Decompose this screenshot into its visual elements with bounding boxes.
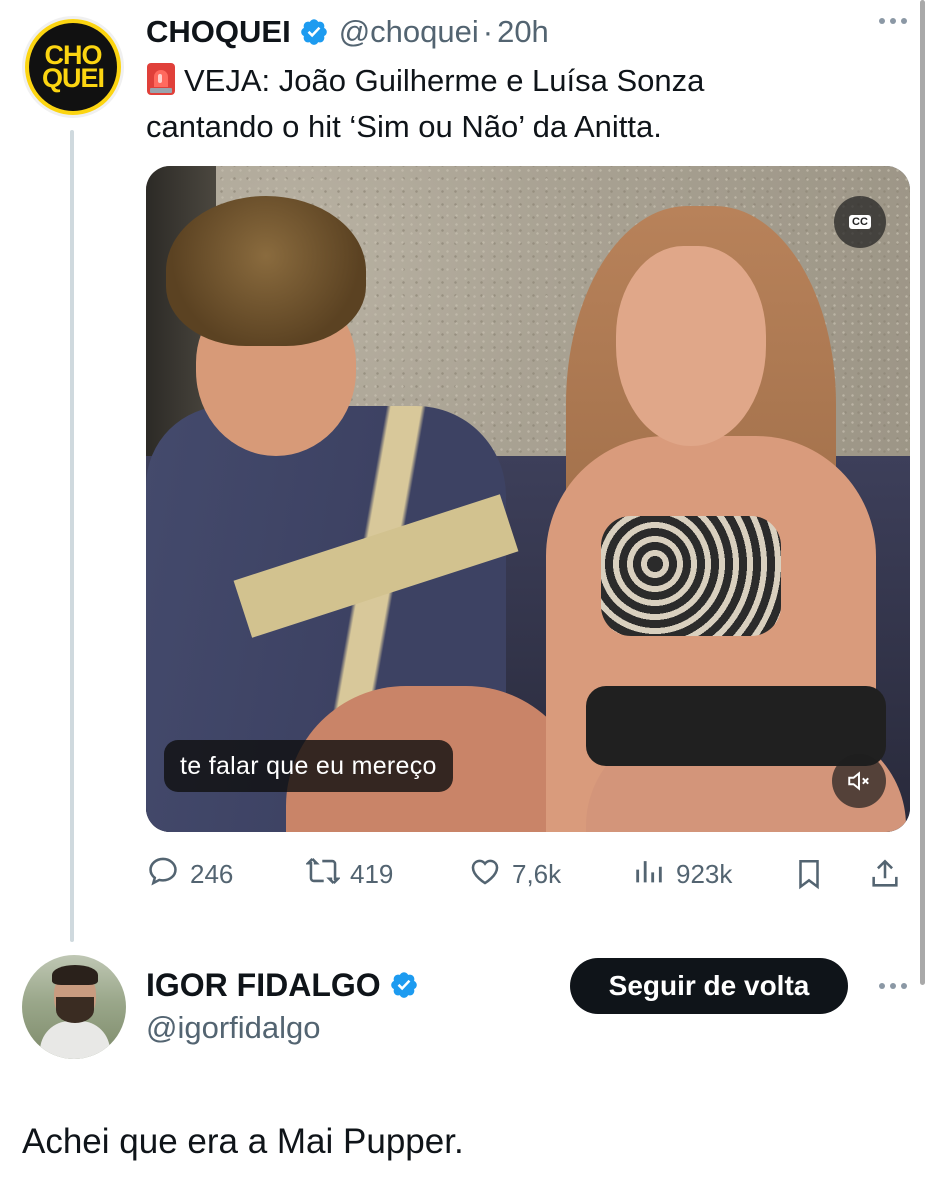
reply-count: 246 xyxy=(190,858,234,889)
reply-text: Achei que era a Mai Pupper. xyxy=(22,1122,464,1161)
reply-icon xyxy=(146,854,180,895)
video-caption: te falar que eu mereço xyxy=(164,740,453,792)
retweet-count: 419 xyxy=(350,858,394,889)
thread-connector-line xyxy=(70,130,74,942)
video-frame-hair-left xyxy=(166,196,366,346)
bookmark-icon[interactable] xyxy=(792,850,826,898)
reply-author-name[interactable]: IGOR FIDALGO xyxy=(146,967,381,1004)
retweet-button[interactable]: 419 xyxy=(305,850,394,898)
avatar-logo: CHO QUEI xyxy=(29,23,117,111)
separator-dot: · xyxy=(482,14,494,49)
avatar-logo-text-bottom: QUEI xyxy=(41,63,105,93)
verified-icon[interactable] xyxy=(299,17,329,47)
scrollbar[interactable] xyxy=(920,0,925,985)
like-icon xyxy=(468,854,502,895)
tweet-video[interactable]: CC te falar que eu mereço xyxy=(146,166,910,832)
mute-icon[interactable] xyxy=(832,754,886,808)
views-icon xyxy=(632,854,666,895)
reply-author-handle[interactable]: @igorfidalgo xyxy=(146,1010,321,1046)
tweet-text: VEJA: João Guilherme e Luísa Sonza canta… xyxy=(146,58,866,150)
cc-icon[interactable]: CC xyxy=(834,196,886,248)
tweet-actions: 246 419 7,6k 923k xyxy=(146,850,910,898)
author-handle[interactable]: @choquei xyxy=(339,14,479,50)
igor-avatar[interactable] xyxy=(22,955,126,1059)
follow-back-button[interactable]: Seguir de volta xyxy=(570,958,848,1014)
tweet-header: CHOQUEI @choquei · 20h xyxy=(146,12,549,52)
views-count: 923k xyxy=(676,858,733,889)
reply-author-row: IGOR FIDALGO xyxy=(146,964,419,1006)
choquei-avatar[interactable]: CHO QUEI xyxy=(22,16,124,118)
views-button[interactable]: 923k xyxy=(632,850,732,898)
like-count: 7,6k xyxy=(512,858,562,889)
avatar-photo-beard xyxy=(56,997,94,1023)
share-icon[interactable] xyxy=(868,850,902,898)
verified-icon[interactable] xyxy=(389,970,419,1000)
more-icon[interactable] xyxy=(879,18,907,24)
avatar-photo-hair xyxy=(52,965,98,985)
like-button[interactable]: 7,6k xyxy=(468,850,561,898)
retweet-icon xyxy=(305,854,341,895)
more-icon[interactable] xyxy=(879,983,907,989)
tweet-text-line2: cantando o hit ‘Sim ou Não’ da Anitta. xyxy=(146,109,662,144)
tweet-time[interactable]: 20h xyxy=(497,14,549,50)
reply-button[interactable]: 246 xyxy=(146,850,233,898)
video-frame-top-right xyxy=(601,516,781,636)
video-frame-shorts-right xyxy=(586,686,886,766)
video-frame-face-right xyxy=(616,246,766,446)
cc-label: CC xyxy=(849,215,871,229)
siren-icon xyxy=(146,62,176,96)
avatar-photo-body xyxy=(40,1021,110,1059)
author-name[interactable]: CHOQUEI xyxy=(146,14,291,50)
tweet-text-line1: VEJA: João Guilherme e Luísa Sonza xyxy=(184,63,705,98)
